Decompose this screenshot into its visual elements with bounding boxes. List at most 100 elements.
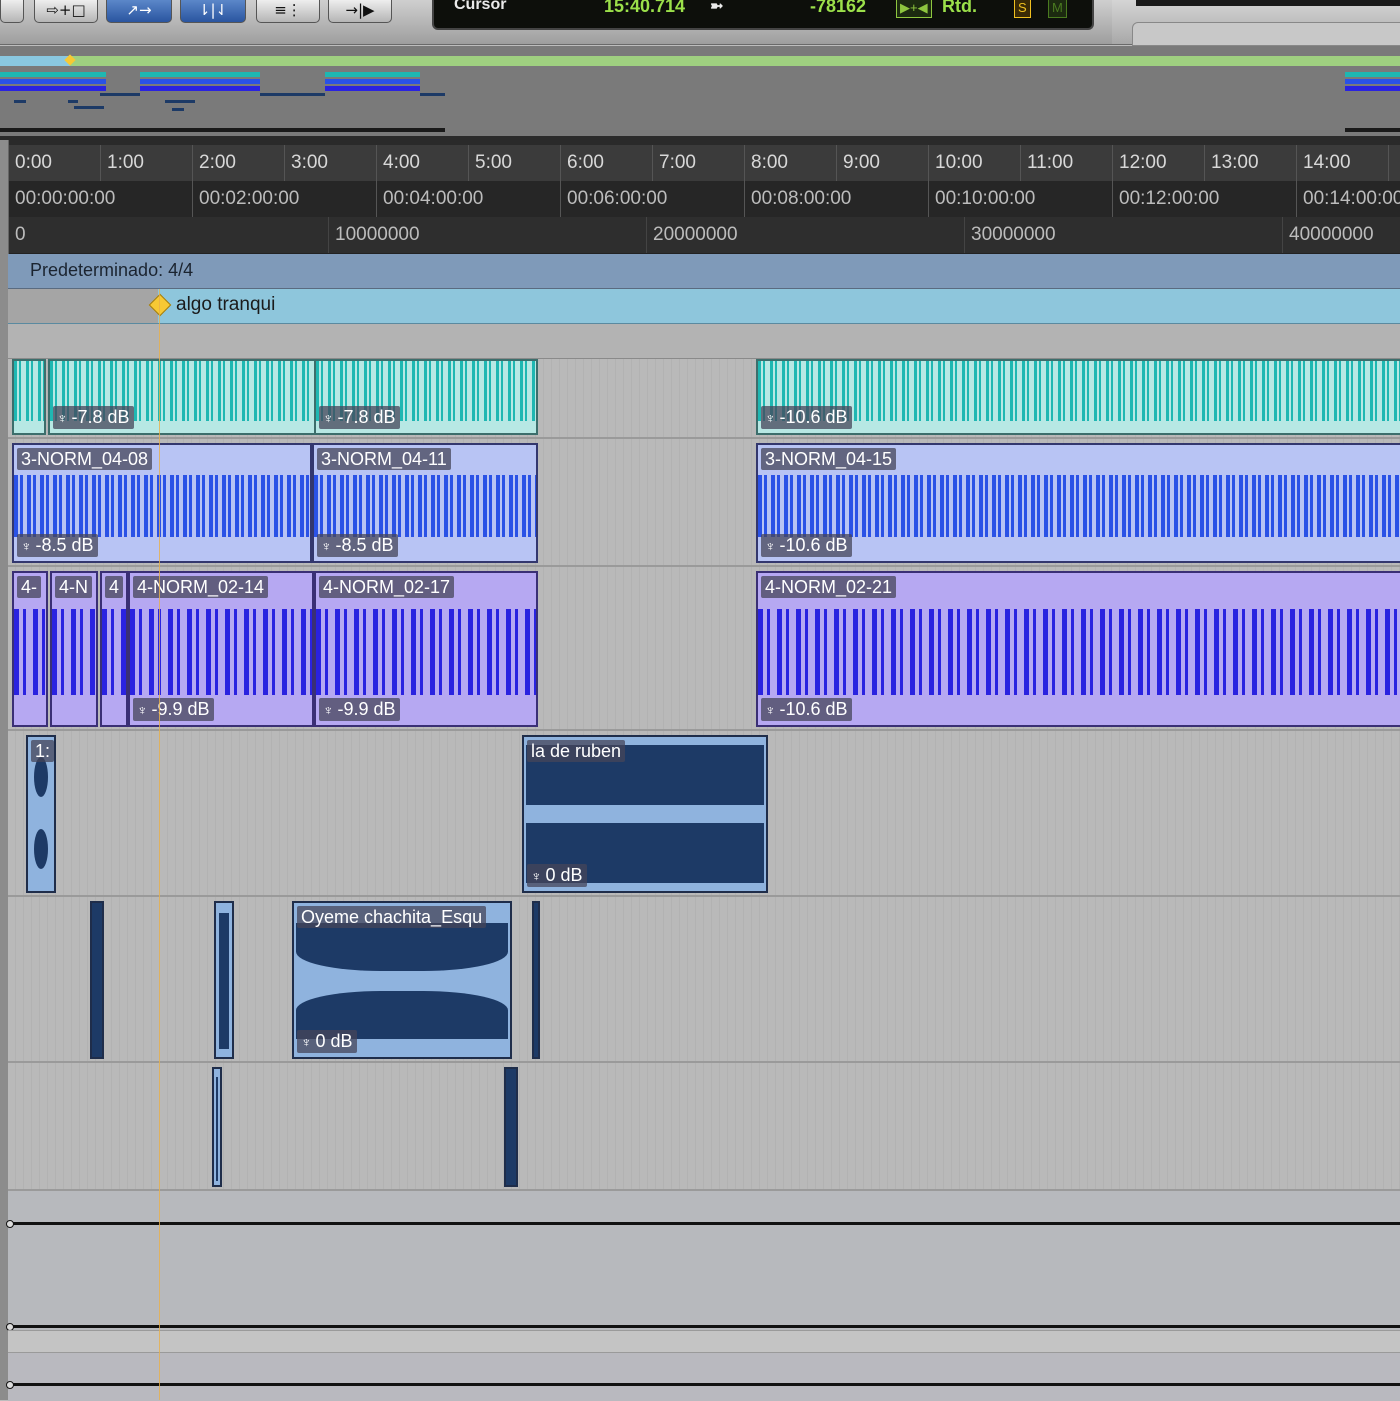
clip-gain[interactable]: ♆ -8.5 dB [317,534,398,557]
solo-badge[interactable]: S [1014,0,1031,18]
ruler-tick: 1:00 [100,145,192,181]
audio-clip[interactable]: Oyeme chachita_Esqu ♆ 0 dB [292,901,512,1059]
overview-track5 [165,100,195,103]
insertion-follows-playback-button[interactable]: ⇨+□ [34,0,98,23]
overview-track4 [420,93,445,96]
automation-line[interactable] [8,1325,1400,1328]
clip-name: la de ruben [527,740,626,762]
overview-track3 [140,86,260,91]
clip-name: 4-NORM_02-17 [319,576,455,598]
audio-clip[interactable] [504,1067,518,1187]
audio-clip[interactable]: ♆ -7.8 dB [48,359,316,435]
ruler-tick: 00:08:00:00 [744,181,928,217]
ruler-timecode[interactable]: 00:00:00:00 00:02:00:00 00:04:00:00 00:0… [0,181,1400,218]
automation-lane[interactable] [8,1330,1400,1353]
counter-time: 15:40.714 [604,0,686,16]
clip-name: 4- [17,576,42,598]
clip-waveform [758,361,1400,421]
clip-gain[interactable]: ♆ -10.6 dB [761,534,852,557]
overview-track2 [325,79,420,84]
audio-clip[interactable]: 3-NORM_04-08 ♆ -8.5 dB [12,443,312,563]
ruler-samples[interactable]: 0 10000000 20000000 30000000 40000000 [0,217,1400,254]
audio-clip[interactable]: 4-NORM_02-17 ♆ -9.9 dB [314,571,538,727]
clip-gain[interactable]: ♆ 0 dB [297,1030,357,1053]
nudge-button[interactable]: ⇂|⇃ [180,0,246,23]
clip-gain[interactable]: ♆ -7.8 dB [319,406,400,429]
trim-handle-icon: ♆ [321,538,332,554]
audio-clip[interactable]: ♆ -7.8 dB [314,359,538,435]
trim-handle-icon: ♆ [323,410,334,426]
clip-waveform [34,757,48,797]
nudge-badge[interactable]: ▶+◀ [896,0,932,18]
overview-visible-region [0,56,70,66]
overview-track2 [140,79,260,84]
audio-clip[interactable] [90,901,104,1059]
marker-ruler[interactable]: algo tranqui [8,289,1400,324]
ruler-minsecs[interactable]: 0:00 1:00 2:00 3:00 4:00 5:00 6:00 7:00 … [0,145,1400,182]
clip-name: 4-N [55,576,93,598]
link-button[interactable]: ↗→ [106,0,172,23]
clip-gain-value: -8.5 dB [35,535,94,555]
clip-gain[interactable]: ♆ -7.8 dB [53,406,134,429]
ruler-tick: 10000000 [328,217,646,253]
automation-line[interactable] [8,1222,1400,1225]
automation-breakpoint[interactable] [6,1381,14,1389]
audio-clip[interactable] [212,1067,222,1187]
clip-gain[interactable]: ♆ -9.9 dB [319,698,400,721]
universe-overview[interactable] [0,46,1400,136]
meter-ruler[interactable]: Predeterminado: 4/4 [8,254,1400,289]
trim-handle-icon: ♆ [765,538,776,554]
clip-gain[interactable]: ♆ -10.6 dB [761,698,852,721]
overview-scroll-indicator[interactable] [0,128,445,132]
clip-waveform [758,475,1400,537]
clip-name: 4 [105,576,124,598]
marker-label[interactable]: algo tranqui [176,294,275,316]
audio-clip[interactable]: 4- [12,571,48,727]
right-panel-field[interactable] [1132,22,1400,46]
clip-gain-value: -10.6 dB [779,407,848,427]
mute-badge[interactable]: M [1048,0,1067,18]
audio-clip[interactable]: 4 [100,571,128,727]
clip-gain[interactable]: ♆ -10.6 dB [761,406,852,429]
audio-clip[interactable]: 4-NORM_02-21 ♆ -10.6 dB [756,571,1400,727]
audio-clip[interactable]: ♆ -10.6 dB [756,359,1400,435]
empty-ruler [8,324,1400,359]
clip-gain[interactable]: ♆ -9.9 dB [133,698,214,721]
ruler-tick: 13:00 [1204,145,1296,181]
play-to-button[interactable]: →|▶ [328,0,392,23]
audio-clip[interactable]: 3-NORM_04-11 ♆ -8.5 dB [312,443,538,563]
automation-lane[interactable] [8,1190,1400,1331]
audio-clip[interactable]: 4-NORM_02-14 ♆ -9.9 dB [128,571,314,727]
ruler-tick: 11:00 [1020,145,1112,181]
automation-line[interactable] [8,1383,1400,1386]
clip-gain[interactable]: ♆ 0 dB [527,864,587,887]
audio-clip[interactable] [214,901,234,1059]
ruler-tick: 10:00 [928,145,1020,181]
right-panel [1112,0,1400,46]
overview-track4 [260,93,325,96]
automation-lane[interactable] [8,1352,1400,1401]
clip-gain[interactable]: ♆ -8.5 dB [17,534,98,557]
clip-gain-value: -7.8 dB [337,407,396,427]
clip-name: 3-NORM_04-11 [317,448,451,470]
blue-tool-button[interactable] [0,0,24,23]
audio-clip[interactable] [12,359,46,435]
ruler-tick: 4:00 [376,145,468,181]
rtd-label[interactable]: Rtd. [942,0,977,17]
ruler-tick: 00:04:00:00 [376,181,560,217]
clip-waveform [296,923,508,971]
audio-clip[interactable]: la de ruben ♆ 0 dB [522,735,768,893]
overview-track1 [0,72,106,77]
audio-clip[interactable] [532,901,540,1059]
clip-waveform [14,361,44,421]
clip-name: 1: [31,740,54,762]
grid-button[interactable]: ≡⋮ [256,0,320,23]
lane-separator [8,565,1400,567]
audio-clip[interactable]: 3-NORM_04-15 ♆ -10.6 dB [756,443,1400,563]
audio-clip[interactable]: 4-N [50,571,98,727]
overview-track6 [74,106,104,109]
ruler-tick: 00:06:00:00 [560,181,744,217]
audio-clip[interactable]: 1: [26,735,56,893]
ruler-tick: 40000000 [1282,217,1400,253]
automation-breakpoint[interactable] [6,1220,14,1228]
